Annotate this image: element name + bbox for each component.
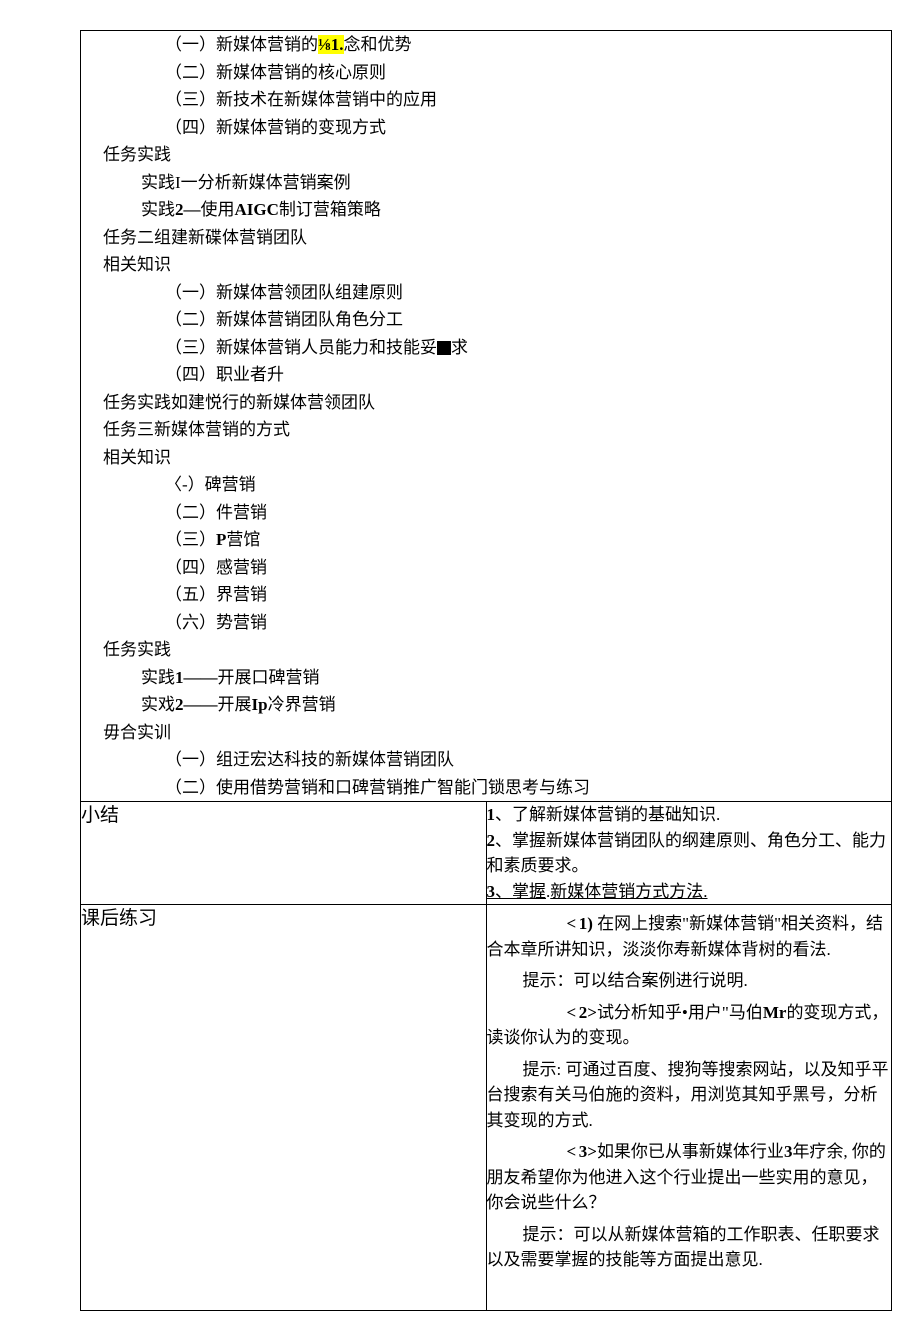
text: 求 [451,338,468,357]
list-number: 3 [487,882,496,901]
exercise-hint: 提示：可以从新媒体营箱的工作职表、任职要求以及需要掌握的技能等方面提出意见. [487,1222,892,1273]
outline-heading: 毋合实训 [81,719,891,747]
text: 使用 [201,200,235,219]
outline-item: 〈-）碑营销 [81,471,891,499]
text-bold: Mr [763,1003,787,1022]
text: （一）新媒体营销的 [165,35,318,54]
outline-item: （三）P营馆 [81,526,891,554]
text: 、了解新媒体营销的基础知识. [495,805,720,824]
text-bold: Ip [252,695,268,714]
outline-cell: （一）新媒体营销的⅛1.念和优势 （二）新媒体营销的核心原则 （三）新技术在新媒… [81,31,892,802]
text: 开展口碑营销 [218,668,320,687]
list-number: 2 [487,831,496,850]
exercise-cell: < 1) 在网上搜索"新媒体营销"相关资料，结合本章所讲知识，淡淡你寿新媒体背树… [486,905,892,1311]
outline-heading: 任务实践 [81,636,891,664]
outline-heading: 任务二组建新碟体营销团队 [81,224,891,252]
outline-item: 实戏2——开展Ip冷界营销 [81,691,891,719]
outline-item: （一）组迂宏达科技的新媒体营销团队 [81,746,891,774]
outline-item: （一）新媒体营销的⅛1.念和优势 [81,31,891,59]
outline-item: （五）界营销 [81,581,891,609]
text-bold: 2—— [175,695,218,714]
outline-item: 实践1——开展口碑营销 [81,664,891,692]
outline-item: （四）新媒体营销的变现方式 [81,114,891,142]
outline-item: （三）新媒体营销人员能力和技能妥求 [81,334,891,362]
outline-item: （一）新媒体营领团队组建原则 [81,279,891,307]
angle-bracket-icon: < [527,911,575,937]
black-square-icon [437,341,451,355]
angle-bracket-icon: < [527,1000,575,1026]
question-number: 2> [579,1003,597,1022]
exercise-question: < 3>如果你已从事新媒体行业3年疗余, 你的朋友希望你为他进入这个行业提出一些… [487,1139,892,1216]
text: （三） [165,530,216,549]
outline-item: （二）使用借势营销和口碑营销推广智能门锁思考与练习 [81,774,891,802]
outline-heading: 任务三新媒体营销的方式 [81,416,891,444]
spacer [487,1279,892,1305]
exercise-question: < 1) 在网上搜索"新媒体营销"相关资料，结合本章所讲知识，淡淡你寿新媒体背树… [487,911,892,962]
outline-heading: 相关知识 [81,251,891,279]
text: 营馆 [226,530,260,549]
text: 如果你已从事新媒体行业 [597,1142,784,1161]
outline-item: （二）新媒体营销的核心原则 [81,59,891,87]
summary-cell: 1、了解新媒体营销的基础知识. 2、掌握新媒体营销团队的纲建原则、角色分工、能力… [486,802,892,905]
text-bold: 2— [175,200,201,219]
text: （三）新媒体营销人员能力和技能妥 [165,338,437,357]
text: 实践 [141,668,175,687]
text: 冷界营销 [268,695,336,714]
list-number: 1 [487,805,496,824]
outline-heading: 任务实践 [81,141,891,169]
text: 念和优势 [344,35,412,54]
summary-label: 小结 [81,805,119,826]
exercise-hint: 提示：可以结合案例进行说明. [487,968,892,994]
text: 、掌握新媒体营销团队的纲建原则、角色分工、能力和素质要求。 [487,831,887,876]
text-bold: 1—— [175,668,218,687]
exercise-label-cell: 课后练习 [81,905,487,1311]
text: 实践 [141,200,175,219]
text-bold: P [216,530,226,549]
outline-item: （六）势营销 [81,609,891,637]
outline-item: （四）职业者升 [81,361,891,389]
text-bold: AIGC [235,200,279,219]
outline-item: （三）新技术在新媒体营销中的应用 [81,86,891,114]
text: 制订营箱策略 [279,200,381,219]
question-number: 3> [579,1142,597,1161]
text: 试分析知乎•用户"马伯 [597,1003,763,1022]
summary-label-cell: 小结 [81,802,487,905]
exercise-hint: 提示: 可通过百度、搜狗等搜索网站，以及知乎平台搜索有关马伯施的资料，用浏览其知… [487,1057,892,1134]
highlighted-text: ⅛1. [318,35,344,54]
text-underline: 、掌握 [495,882,546,901]
summary-item: 1、了解新媒体营销的基础知识. [487,802,892,828]
summary-item: 3、掌握.新媒体营销方式方法. [487,879,892,905]
outline-item: （二）件营销 [81,499,891,527]
outline-heading: 任务实践如建悦行的新媒体营领团队 [81,389,891,417]
text-underline: 新媒体营销方式方法. [550,882,707,901]
outline-heading: 相关知识 [81,444,891,472]
question-number: 1) [579,914,593,933]
outline-item: （二）新媒体营销团队角色分工 [81,306,891,334]
lesson-plan-table: （一）新媒体营销的⅛1.念和优势 （二）新媒体营销的核心原则 （三）新技术在新媒… [80,30,892,1311]
exercise-label: 课后练习 [81,908,157,929]
text: 实戏 [141,695,175,714]
outline-item: （四）感营销 [81,554,891,582]
angle-bracket-icon: < [527,1139,575,1165]
text: 开展 [218,695,252,714]
outline-item: 实践2—使用AIGC制订营箱策略 [81,196,891,224]
summary-item: 2、掌握新媒体营销团队的纲建原则、角色分工、能力和素质要求。 [487,828,892,879]
outline-item: 实践I一分析新媒体营销案例 [81,169,891,197]
exercise-question: < 2>试分析知乎•用户"马伯Mr的变现方式，读谈你认为的变现。 [487,1000,892,1051]
